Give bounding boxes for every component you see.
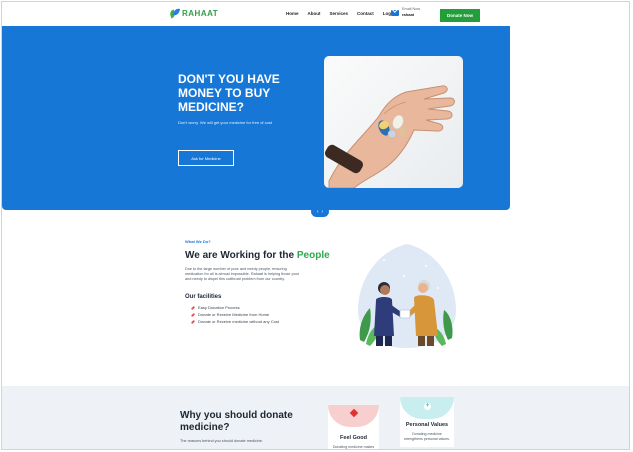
section-title-accent: People bbox=[296, 250, 330, 261]
card-text: Donating medicine makes bbox=[332, 445, 375, 449]
why-donate-section: Why you should donate medicine? The reas… bbox=[2, 386, 629, 449]
pill-icon bbox=[190, 312, 196, 317]
reason-card-feel-good[interactable]: Feel Good Donating medicine makes bbox=[328, 405, 379, 449]
facility-text: Donate or Receive Medicine from Home bbox=[198, 312, 270, 317]
email-value: rahaat bbox=[402, 12, 415, 17]
list-item: Easy Donation Process bbox=[190, 304, 279, 311]
people-exchanging-medicine-illustration bbox=[358, 244, 456, 348]
card-header bbox=[328, 405, 379, 427]
slider-next-icon[interactable]: › bbox=[322, 209, 324, 215]
email-contact[interactable]: Email Now rahaat bbox=[402, 7, 420, 17]
facility-text: Donate or Receive medicine without any C… bbox=[198, 319, 279, 324]
donate-now-button[interactable]: Donate Now bbox=[440, 9, 480, 22]
plus-icon: + bbox=[424, 403, 431, 410]
nav-link-home[interactable]: Home bbox=[286, 11, 299, 16]
facility-text: Easy Donation Process bbox=[198, 305, 240, 310]
card-header: + bbox=[400, 397, 454, 419]
logo[interactable]: RAHAAT bbox=[170, 8, 218, 18]
page: RAHAAT Home About Services Contact Login… bbox=[1, 1, 630, 450]
nav-link-services[interactable]: Services bbox=[330, 11, 349, 16]
pill-icon bbox=[190, 319, 196, 324]
top-navbar: RAHAAT Home About Services Contact Login… bbox=[2, 2, 629, 26]
nav-link-about[interactable]: About bbox=[308, 11, 321, 16]
leaf-logo-icon bbox=[170, 8, 179, 18]
hero-image-hand-with-pills bbox=[324, 56, 463, 188]
hero-slider-controls[interactable]: ‹ › bbox=[311, 206, 329, 217]
list-item: Donate or Receive medicine without any C… bbox=[190, 318, 279, 325]
hero-banner: DON'T YOU HAVE MONEY TO BUY MEDICINE? Do… bbox=[2, 26, 510, 210]
logo-text: RAHAAT bbox=[182, 8, 219, 18]
hero-title: DON'T YOU HAVE MONEY TO BUY MEDICINE? bbox=[178, 72, 280, 114]
pill-icon bbox=[190, 305, 196, 310]
hand-pills-illustration bbox=[325, 85, 455, 188]
card-title: Personal Values bbox=[405, 422, 449, 428]
heart-icon bbox=[349, 408, 359, 418]
why-subtitle: The reasons behind you should donate med… bbox=[180, 439, 263, 443]
nav-link-contact[interactable]: Contact bbox=[357, 11, 374, 16]
section-paragraph: Due to the large number of poor and need… bbox=[185, 267, 300, 282]
why-title: Why you should donate medicine? bbox=[180, 410, 293, 433]
slider-prev-icon[interactable]: ‹ bbox=[317, 209, 319, 215]
section-eyebrow: What We Do? bbox=[185, 239, 211, 244]
section-title: We are Working for the People bbox=[185, 250, 330, 261]
card-title: Feel Good bbox=[340, 435, 367, 441]
section-title-main: We are Working for the bbox=[185, 250, 297, 261]
list-item: Donate or Receive Medicine from Home bbox=[190, 311, 279, 318]
nav-links: Home About Services Contact Login bbox=[286, 11, 395, 16]
card-text: Donating medicine strengthens personal v… bbox=[404, 432, 450, 441]
facilities-list: Easy Donation Process Donate or Receive … bbox=[190, 304, 279, 325]
ask-for-medicine-button[interactable]: Ask for Medicine bbox=[178, 150, 234, 166]
facilities-title: Our facilities bbox=[185, 294, 222, 300]
mail-icon bbox=[391, 10, 399, 16]
donation-illustration bbox=[354, 240, 460, 350]
reason-card-personal-values[interactable]: + Personal Values Donating medicine stre… bbox=[400, 397, 454, 447]
hero-text: Don't worry. We will get your medicine f… bbox=[178, 120, 272, 125]
